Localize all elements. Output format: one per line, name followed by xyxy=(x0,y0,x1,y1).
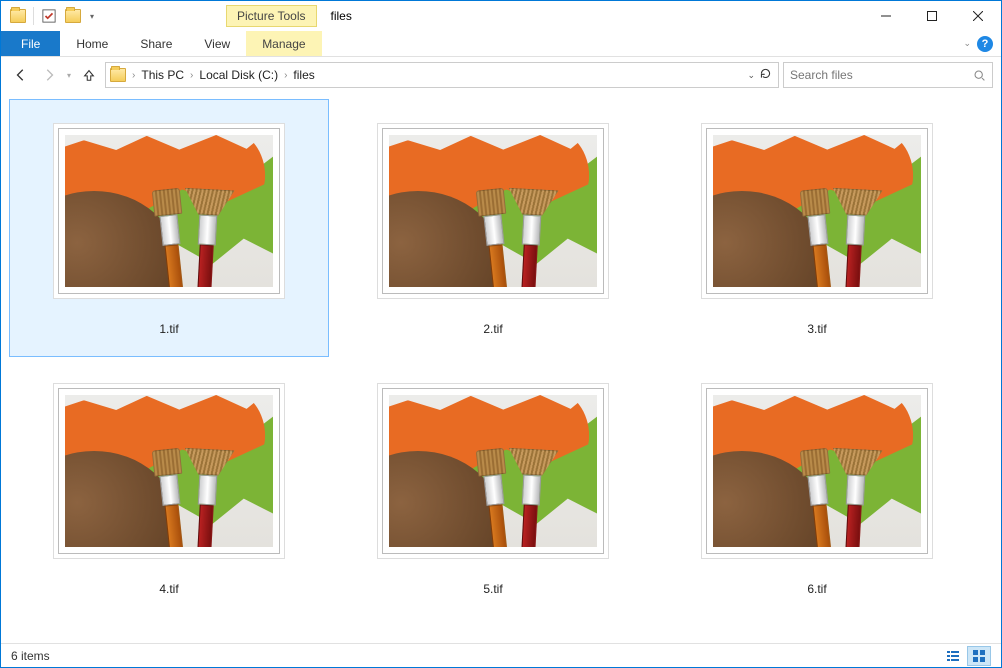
file-item[interactable]: 5.tif xyxy=(333,359,653,617)
thumbnails-view-button[interactable] xyxy=(967,646,991,666)
history-dropdown-icon[interactable]: ▾ xyxy=(65,71,73,80)
file-name: 6.tif xyxy=(807,582,826,596)
file-item[interactable]: 4.tif xyxy=(9,359,329,617)
breadcrumb[interactable]: › This PC › Local Disk (C:) › files ⌄ xyxy=(105,62,779,88)
file-thumbnail xyxy=(382,128,604,294)
file-thumbnail xyxy=(706,388,928,554)
maximize-button[interactable] xyxy=(909,1,955,31)
new-folder-icon[interactable] xyxy=(62,5,84,27)
item-count: 6 items xyxy=(11,649,50,663)
file-item[interactable]: 1.tif xyxy=(9,99,329,357)
search-icon xyxy=(973,69,986,82)
up-button[interactable] xyxy=(77,63,101,87)
folder-icon xyxy=(110,68,126,82)
details-view-button[interactable] xyxy=(941,646,965,666)
file-list[interactable]: 1.tif 2.tif 3.tif xyxy=(1,93,1001,643)
address-bar: ▾ › This PC › Local Disk (C:) › files ⌄ … xyxy=(1,57,1001,93)
quick-access-toolbar: ▾ xyxy=(1,5,98,27)
breadcrumb-dropdown-icon[interactable]: ⌄ xyxy=(747,70,755,81)
file-item[interactable]: 6.tif xyxy=(657,359,977,617)
window-title: files xyxy=(331,9,352,23)
close-button[interactable] xyxy=(955,1,1001,31)
help-icon[interactable]: ? xyxy=(977,36,993,52)
status-bar: 6 items xyxy=(1,643,1001,667)
file-name: 3.tif xyxy=(807,322,826,336)
breadcrumb-segment[interactable]: Local Disk (C:) xyxy=(195,68,282,82)
ribbon-collapse-icon[interactable]: ⌄ xyxy=(963,38,971,49)
file-thumbnail xyxy=(58,388,280,554)
tab-manage[interactable]: Manage xyxy=(246,31,321,56)
search-placeholder: Search files xyxy=(790,68,973,82)
chevron-right-icon[interactable]: › xyxy=(188,70,195,81)
file-item[interactable]: 2.tif xyxy=(333,99,653,357)
file-name: 2.tif xyxy=(483,322,502,336)
minimize-button[interactable] xyxy=(863,1,909,31)
tab-file[interactable]: File xyxy=(1,31,60,56)
breadcrumb-segment[interactable]: This PC xyxy=(137,68,188,82)
properties-icon[interactable] xyxy=(38,5,60,27)
file-item[interactable]: 3.tif xyxy=(657,99,977,357)
breadcrumb-segment[interactable]: files xyxy=(289,68,318,82)
file-thumbnail xyxy=(58,128,280,294)
ribbon-tabs: File Home Share View Manage ⌄ ? xyxy=(1,31,1001,57)
back-button[interactable] xyxy=(9,63,33,87)
file-name: 1.tif xyxy=(159,322,178,336)
tab-home[interactable]: Home xyxy=(60,31,124,56)
chevron-right-icon[interactable]: › xyxy=(130,70,137,81)
title-bar: ▾ Picture Tools files xyxy=(1,1,1001,31)
separator xyxy=(33,7,34,25)
folder-icon[interactable] xyxy=(7,5,29,27)
qat-dropdown-icon[interactable]: ▾ xyxy=(86,12,98,21)
file-name: 4.tif xyxy=(159,582,178,596)
chevron-right-icon[interactable]: › xyxy=(282,70,289,81)
tab-share[interactable]: Share xyxy=(124,31,188,56)
window-controls xyxy=(863,1,1001,31)
forward-button[interactable] xyxy=(37,63,61,87)
tab-view[interactable]: View xyxy=(188,31,246,56)
file-name: 5.tif xyxy=(483,582,502,596)
contextual-tools-header: Picture Tools xyxy=(226,5,316,27)
file-thumbnail xyxy=(382,388,604,554)
refresh-icon[interactable] xyxy=(759,67,772,83)
search-input[interactable]: Search files xyxy=(783,62,993,88)
file-thumbnail xyxy=(706,128,928,294)
